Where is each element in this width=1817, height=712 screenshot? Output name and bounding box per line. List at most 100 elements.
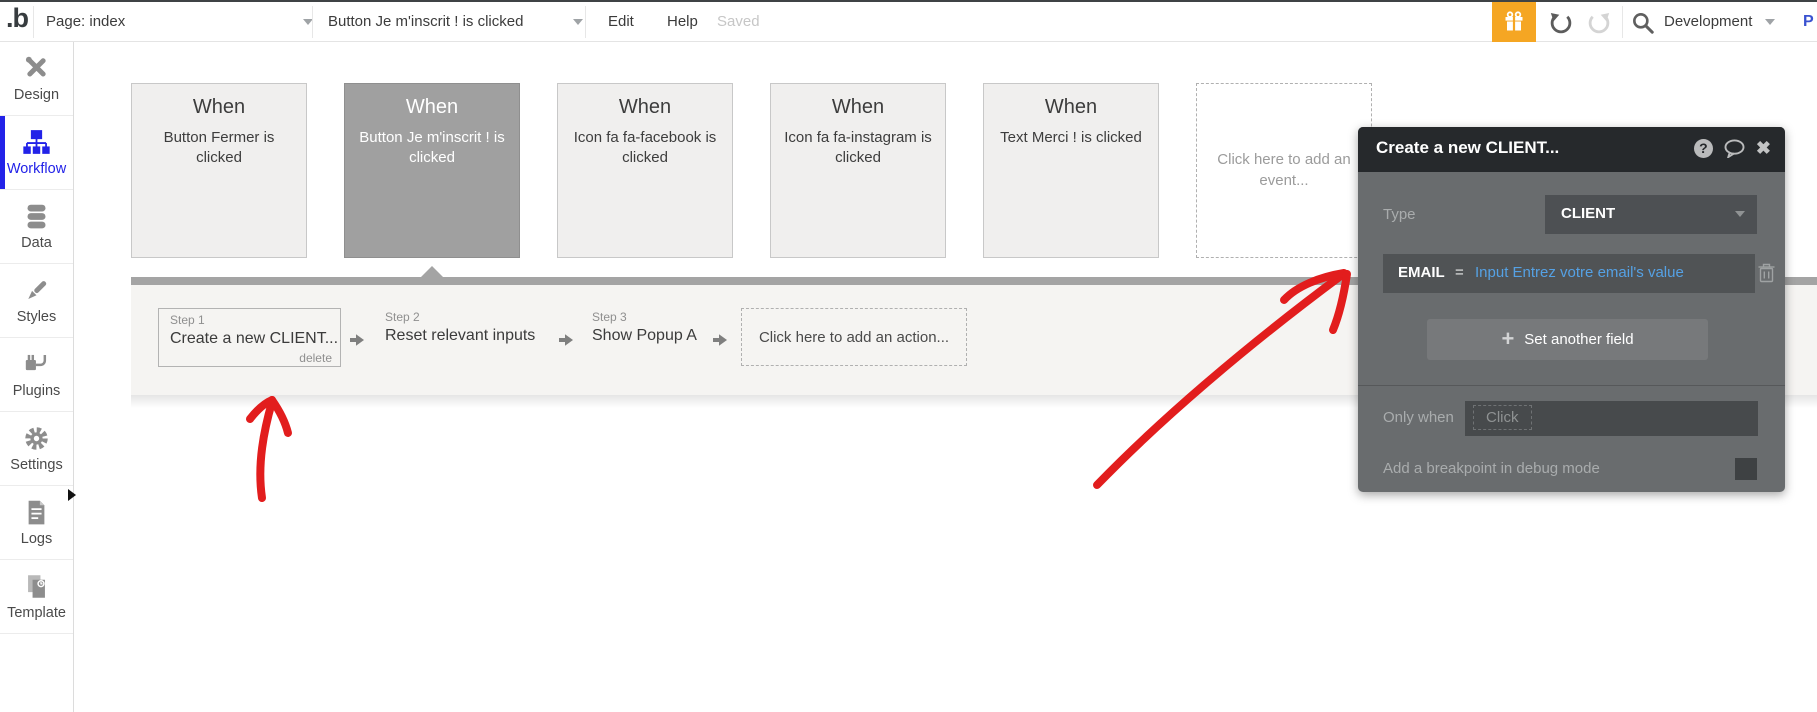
help-icon[interactable]: ? xyxy=(1693,139,1713,158)
plug-icon xyxy=(25,354,47,370)
step-3-action[interactable]: Step 3 Show Popup A xyxy=(592,310,697,345)
field-assignment-row[interactable]: EMAIL = Input Entrez votre email's value xyxy=(1383,254,1755,293)
sidebar-item-design[interactable]: Design xyxy=(0,42,73,116)
sidebar-item-plugins[interactable]: Plugins xyxy=(0,338,73,412)
search-icon xyxy=(1633,13,1654,34)
sidebar-item-logs[interactable]: Logs xyxy=(0,486,73,560)
event-card-title: When xyxy=(192,96,246,118)
gift-button[interactable] xyxy=(1492,2,1536,42)
trash-icon[interactable] xyxy=(1758,263,1775,283)
breakpoint-label: Add a breakpoint in debug mode xyxy=(1383,460,1600,477)
only-when-value[interactable]: Click xyxy=(1473,405,1532,430)
set-another-field-label: Set another field xyxy=(1524,331,1634,348)
type-dropdown[interactable]: CLIENT xyxy=(1545,195,1757,234)
close-icon[interactable]: ✖ xyxy=(1756,139,1771,158)
event-selector-dropdown[interactable]: Button Je m'inscrit ! is clicked xyxy=(328,2,583,42)
step-2-action[interactable]: Step 2 Reset relevant inputs xyxy=(385,310,535,345)
undo-icon xyxy=(1550,13,1572,34)
toolbar-divider xyxy=(1622,6,1623,38)
event-card[interactable]: When Icon fa fa-instagram is clicked xyxy=(770,83,946,258)
add-action-box[interactable]: Click here to add an action... xyxy=(741,308,967,366)
step-delete-link[interactable]: delete xyxy=(299,351,332,365)
menu-edit[interactable]: Edit xyxy=(608,2,634,42)
event-card-title: When xyxy=(831,96,885,118)
sidebar-label: Data xyxy=(21,234,52,251)
event-card-title: When xyxy=(405,96,459,118)
event-card-selected[interactable]: When Button Je m'inscrit ! is clicked xyxy=(344,83,520,258)
workflow-icon xyxy=(23,129,50,154)
type-value: CLIENT xyxy=(1561,205,1616,222)
undo-button[interactable] xyxy=(1548,10,1574,36)
search-button[interactable] xyxy=(1630,10,1656,36)
event-card[interactable]: When Text Merci ! is clicked xyxy=(983,83,1159,258)
field-expression[interactable]: Input Entrez votre email's value xyxy=(1475,264,1684,281)
paintbrush-icon xyxy=(28,280,47,299)
event-card-subtitle: Button Fermer is clicked xyxy=(163,129,275,167)
event-card[interactable]: When Icon fa fa-facebook is clicked xyxy=(557,83,733,258)
step-label: Step 3 xyxy=(592,310,627,324)
preview-link[interactable]: P xyxy=(1803,2,1814,42)
sidebar-label: Logs xyxy=(20,530,53,547)
event-card-title: When xyxy=(618,96,672,118)
step-1-action[interactable]: Step 1 Create a new CLIENT... delete xyxy=(158,308,341,367)
bubble-logo[interactable]: .b xyxy=(6,3,29,34)
sidebar-expand-handle[interactable] xyxy=(68,489,76,501)
step-name: Reset relevant inputs xyxy=(385,327,536,344)
event-card[interactable]: When Button Fermer is clicked xyxy=(131,83,307,258)
sidebar-item-data[interactable]: Styles Data xyxy=(0,190,73,264)
selected-event-notch xyxy=(421,266,443,277)
sidebar-item-template[interactable]: Template xyxy=(0,560,73,634)
step-arrow-icon xyxy=(350,334,364,346)
step-arrow-icon xyxy=(713,334,727,346)
add-event-card[interactable]: Click here to add an event... xyxy=(1196,83,1372,258)
step-label: Step 1 xyxy=(170,313,205,327)
step-label: Step 2 xyxy=(385,310,420,324)
add-event-placeholder: Click here to add an event... xyxy=(1217,151,1351,189)
document-icon xyxy=(28,500,45,524)
red-arrow-step1-stem xyxy=(256,398,276,502)
type-label: Type xyxy=(1383,206,1416,223)
sidebar-label: Plugins xyxy=(12,382,61,399)
add-action-placeholder: Click here to add an action... xyxy=(758,328,950,346)
sidebar-item-workflow[interactable]: Workflow xyxy=(0,116,73,190)
saved-status: Saved xyxy=(717,13,760,30)
sidebar-label: Template xyxy=(7,604,66,621)
page-selector-dropdown[interactable]: Page: index xyxy=(46,2,313,42)
breakpoint-checkbox[interactable] xyxy=(1735,458,1757,480)
design-tools-icon xyxy=(25,56,46,77)
environment-label: Development xyxy=(1664,13,1753,30)
action-editor-popup: Create a new CLIENT... ? ✖ Type CLIENT E… xyxy=(1358,127,1785,492)
gear-icon xyxy=(25,426,48,450)
step-arrow-icon xyxy=(559,334,573,346)
chevron-down-icon xyxy=(573,19,583,25)
gift-icon xyxy=(1505,11,1523,31)
sidebar-label: Design xyxy=(13,86,60,103)
step-name: Show Popup A xyxy=(592,327,697,344)
popup-header[interactable]: Create a new CLIENT... ? ✖ xyxy=(1358,127,1785,172)
template-pages-icon xyxy=(28,574,45,598)
popup-condition-section: Only when Click Add a breakpoint in debu… xyxy=(1358,385,1785,492)
toolbar-divider xyxy=(33,6,34,38)
event-card-subtitle: Button Je m'inscrit ! is clicked xyxy=(359,129,505,167)
sidebar-label: Styles xyxy=(16,308,57,325)
database-icon xyxy=(27,204,46,228)
toolbar-divider xyxy=(585,6,586,38)
comment-bubble-icon[interactable] xyxy=(1724,139,1745,158)
environment-dropdown[interactable]: Development xyxy=(1664,2,1775,42)
only-when-input[interactable]: Click xyxy=(1465,401,1758,436)
sidebar-item-settings[interactable]: Settings xyxy=(0,412,73,486)
redo-icon xyxy=(1588,13,1610,34)
menu-help[interactable]: Help xyxy=(667,2,698,42)
sidebar-item-styles[interactable]: Styles xyxy=(0,264,73,338)
set-another-field-button[interactable]: + Set another field xyxy=(1427,319,1708,360)
redo-button[interactable] xyxy=(1586,10,1612,36)
event-card-subtitle: Icon fa fa-instagram is clicked xyxy=(784,129,932,167)
sidebar-label: Settings xyxy=(10,456,63,473)
bubble-editor: .b Page: index Button Je m'inscrit ! is … xyxy=(0,0,1817,712)
chevron-down-icon xyxy=(1735,211,1745,217)
left-sidebar: Design Workflow Data Styles Plugins Sett… xyxy=(0,42,74,712)
event-card-title: When xyxy=(1044,96,1098,118)
toolbar-divider xyxy=(312,6,313,38)
step-name: Create a new CLIENT... xyxy=(170,330,339,347)
only-when-label: Only when xyxy=(1383,409,1454,426)
